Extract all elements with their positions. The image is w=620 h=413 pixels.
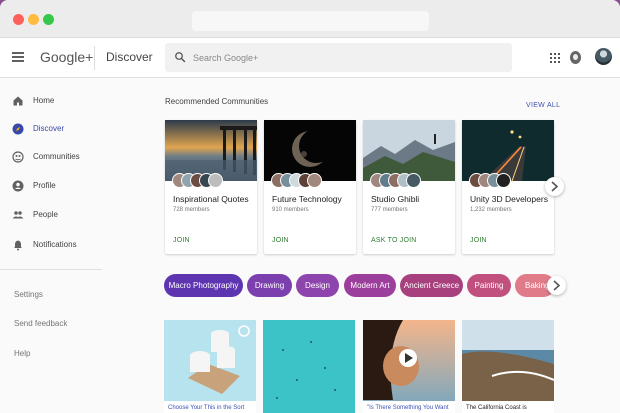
browser-window: Google+ Discover Home Discover [0,0,620,413]
community-card[interactable]: Studio Ghibli 777 members ASK TO JOIN [363,120,455,254]
sidebar-item-people[interactable]: People [0,203,102,229]
page-title: Discover [106,50,153,64]
maximize-window-button[interactable] [43,14,54,25]
post-image [263,320,355,413]
community-card[interactable]: Future Technology 910 members JOIN [264,120,356,254]
community-cover-image [462,120,554,181]
sidebar-item-label: Home [33,96,55,105]
post-caption[interactable]: Choose Your This in the Sort [164,401,256,413]
title-bar [0,0,620,38]
topic-chip[interactable]: Modern Art [344,274,396,297]
community-card[interactable]: Inspirational Quotes 728 members JOIN [165,120,257,254]
communities-icon [12,151,24,163]
topic-chip[interactable]: Ancient Greece [400,274,463,297]
post-image [363,320,455,413]
sidebar-divider [0,269,102,270]
help-link[interactable]: Help [14,349,30,358]
chevron-right-icon [551,181,559,192]
sidebar-item-discover[interactable]: Discover [0,117,102,143]
address-bar[interactable] [192,11,429,31]
topic-chip[interactable]: Design [296,274,339,297]
member-count: 1,232 members [470,207,512,213]
post-tile[interactable] [263,320,355,413]
next-topics-button[interactable] [547,276,566,295]
sidebar-item-communities[interactable]: Communities [0,145,102,171]
bell-icon [14,240,22,251]
account-avatar[interactable] [595,48,612,65]
profile-icon [12,180,24,192]
sidebar-item-label: Notifications [33,240,77,249]
view-all-link[interactable]: VIEW ALL [526,102,560,109]
post-tile[interactable]: "Is There Something You Want [363,320,455,413]
post-tile[interactable]: Choose Your This in the Sort [164,320,256,413]
community-name: Studio Ghibli [371,194,420,204]
menu-icon[interactable] [12,52,24,62]
community-name: Unity 3D Developers [470,194,548,204]
send-feedback-link[interactable]: Send feedback [14,319,67,328]
close-window-button[interactable] [13,14,24,25]
community-name: Future Technology [272,194,342,204]
topic-chip[interactable]: Drawing [247,274,292,297]
post-caption[interactable]: The California Coast is [462,401,554,413]
minimize-window-button[interactable] [28,14,39,25]
settings-link[interactable]: Settings [14,290,43,299]
sidebar-item-label: Communities [33,152,80,161]
join-button[interactable]: JOIN [470,237,487,244]
sidebar-item-label: People [33,210,58,219]
post-tile[interactable]: The California Coast is [462,320,554,413]
apps-grid-icon[interactable] [550,53,560,63]
community-name: Inspirational Quotes [173,194,249,204]
sidebar-item-profile[interactable]: Profile [0,174,102,200]
section-heading: Recommended Communities [165,97,269,106]
topic-chip[interactable]: Macro Photography [164,274,243,297]
member-count: 910 members [272,207,309,213]
post-image [164,320,256,413]
sidebar: Home Discover Communities Profile People… [0,78,102,413]
sidebar-item-label: Discover [33,124,65,133]
join-button[interactable]: JOIN [173,237,190,244]
join-button[interactable]: JOIN [272,237,289,244]
community-cover-image [165,120,257,181]
sidebar-item-label: Profile [33,181,56,190]
notifications-icon[interactable] [570,51,581,64]
search-input[interactable] [193,49,493,66]
community-cover-image [264,120,356,181]
sidebar-item-notifications[interactable]: Notifications [0,233,102,259]
next-communities-button[interactable] [545,177,564,196]
topic-chip[interactable]: Painting [467,274,511,297]
main-content: Recommended Communities VIEW ALL Inspira… [102,78,620,413]
search-bar[interactable] [165,43,512,72]
app-header: Google+ Discover [0,38,620,78]
member-count: 728 members [173,207,210,213]
join-button[interactable]: ASK TO JOIN [371,237,417,244]
header-divider [94,46,95,70]
community-card[interactable]: Unity 3D Developers 1,232 members JOIN [462,120,554,254]
search-icon [175,52,186,63]
member-count: 777 members [371,207,408,213]
home-icon [13,96,23,106]
community-cover-image [363,120,455,181]
people-icon [12,211,24,219]
chevron-right-icon [553,280,561,291]
post-caption[interactable]: "Is There Something You Want [363,401,455,413]
sidebar-item-home[interactable]: Home [0,89,102,115]
brand-logo[interactable]: Google+ [40,49,93,65]
post-image [462,320,554,413]
compass-icon [12,123,24,135]
